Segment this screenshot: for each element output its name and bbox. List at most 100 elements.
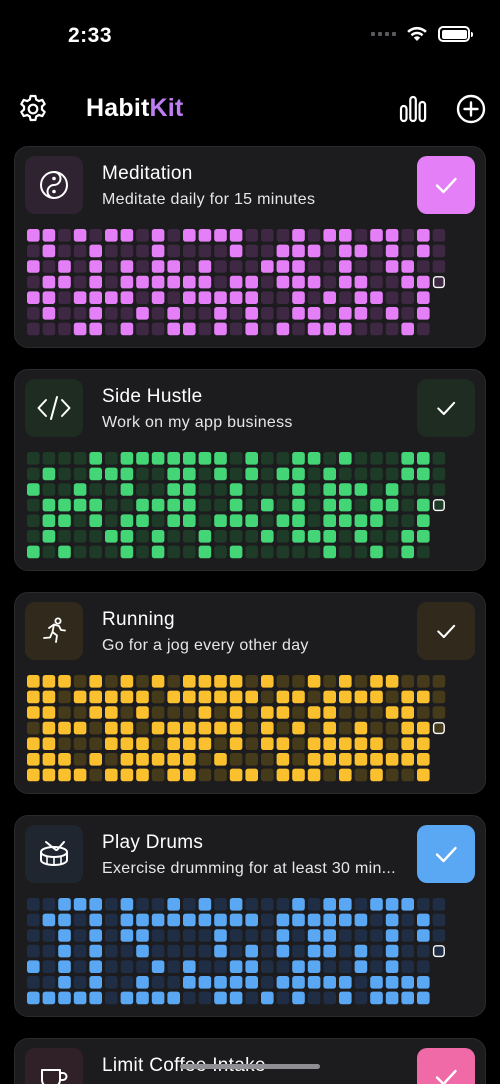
heatmap-cell [354, 721, 368, 735]
heatmap-cell [323, 452, 336, 465]
heatmap-today-cell [432, 499, 445, 512]
heatmap-cell [401, 244, 414, 258]
heatmap-cell [229, 244, 243, 258]
heatmap-cell [401, 675, 414, 688]
habit-card-side-hustle[interactable]: Side Hustle Work on my app business [14, 369, 486, 571]
heatmap-cell [385, 291, 399, 304]
heatmap-cell [27, 467, 40, 481]
heatmap-cell [167, 690, 180, 704]
heatmap-cell [276, 768, 290, 782]
habit-card-running[interactable]: Running Go for a jog every other day [14, 592, 486, 794]
heatmap-cell [183, 991, 196, 1005]
heatmap-cell [183, 944, 196, 958]
heatmap-cell [401, 991, 414, 1005]
heatmap-cell [229, 721, 243, 735]
heatmap-cell [229, 913, 243, 927]
heatmap-cell [261, 721, 274, 735]
heatmap-cell [261, 690, 274, 704]
habit-check-button[interactable] [417, 1048, 475, 1084]
heatmap-cell [323, 929, 336, 942]
heatmap-cell [245, 737, 258, 750]
heatmap-cell [105, 690, 118, 704]
heatmap-cell [292, 960, 305, 973]
heatmap-cell [198, 229, 212, 242]
add-habit-button[interactable] [454, 92, 488, 126]
heatmap-cell [214, 467, 227, 481]
heatmap-cell [120, 260, 134, 273]
habit-check-button[interactable] [417, 156, 475, 214]
heatmap-cell [27, 706, 40, 719]
heatmap-cell [276, 530, 290, 543]
heatmap-cell [58, 768, 71, 782]
heatmap-cell [229, 498, 243, 512]
heatmap-cell [245, 229, 258, 242]
heatmap-cell [27, 721, 40, 735]
heatmap-cell [432, 467, 446, 481]
heatmap-cell [417, 944, 430, 958]
heatmap-cell [261, 929, 274, 942]
heatmap-cell [339, 514, 352, 527]
heatmap-cell [136, 675, 149, 688]
heatmap-cell [151, 913, 165, 927]
heatmap-cell [183, 530, 196, 543]
heatmap-cell [167, 291, 180, 304]
heatmap-cell [245, 690, 258, 704]
heatmap-cell [307, 291, 321, 304]
heatmap-cell [58, 675, 71, 688]
heatmap-cell [151, 929, 165, 942]
habit-card-play-drums[interactable]: Play Drums Exercise drumming for at leas… [14, 815, 486, 1017]
heatmap-cell [276, 913, 290, 927]
habit-card-meditation[interactable]: Meditation Meditate daily for 15 minutes [14, 146, 486, 348]
heatmap-cell [136, 514, 149, 527]
statistics-button[interactable] [396, 92, 430, 126]
heatmap-cell [401, 690, 414, 704]
heatmap-cell [276, 452, 290, 465]
heatmap-cell [417, 322, 430, 336]
heatmap-cell [339, 976, 352, 989]
heatmap-cell [339, 467, 352, 481]
heatmap-cell [370, 545, 383, 559]
habit-check-button[interactable] [417, 379, 475, 437]
heatmap-cell [183, 498, 196, 512]
heatmap-cell [120, 229, 134, 242]
heatmap-cell [323, 545, 336, 559]
heatmap-cell [323, 898, 336, 911]
heatmap-cell [370, 275, 383, 289]
heatmap-cell [385, 545, 399, 559]
heatmap-cell [58, 976, 71, 989]
heatmap-cell [27, 991, 40, 1005]
heatmap-cell [167, 737, 180, 750]
heatmap-cell [292, 498, 305, 512]
settings-button[interactable] [16, 92, 50, 126]
heatmap-cell [417, 530, 430, 543]
heatmap-cell [105, 768, 118, 782]
heatmap-cell [42, 976, 56, 989]
habit-check-button[interactable] [417, 602, 475, 660]
heatmap-cell [198, 913, 212, 927]
heatmap-cell [354, 898, 368, 911]
heatmap-cell [136, 483, 149, 496]
heatmap-cell [214, 452, 227, 465]
heatmap-cell [276, 498, 290, 512]
heatmap-cell [73, 229, 87, 242]
heatmap-cell [370, 498, 383, 512]
habit-card-limit-coffee[interactable]: Limit Coffee Intake [14, 1038, 486, 1084]
heatmap-cell [136, 498, 149, 512]
heatmap-cell [229, 229, 243, 242]
heatmap-cell [385, 260, 399, 273]
heatmap-cell [229, 307, 243, 320]
heatmap-cell [42, 229, 56, 242]
heatmap-cell [136, 467, 149, 481]
heatmap-cell [136, 976, 149, 989]
heatmap-cell [183, 467, 196, 481]
heatmap-cell [417, 976, 430, 989]
heatmap-cell [292, 929, 305, 942]
habit-check-button[interactable] [417, 825, 475, 883]
heatmap-cell [151, 291, 165, 304]
heatmap-cell [198, 721, 212, 735]
heatmap-cell [89, 753, 102, 766]
heatmap-cell [198, 291, 212, 304]
heatmap-cell [198, 260, 212, 273]
heatmap-cell [151, 452, 165, 465]
heatmap-svg [27, 675, 446, 782]
